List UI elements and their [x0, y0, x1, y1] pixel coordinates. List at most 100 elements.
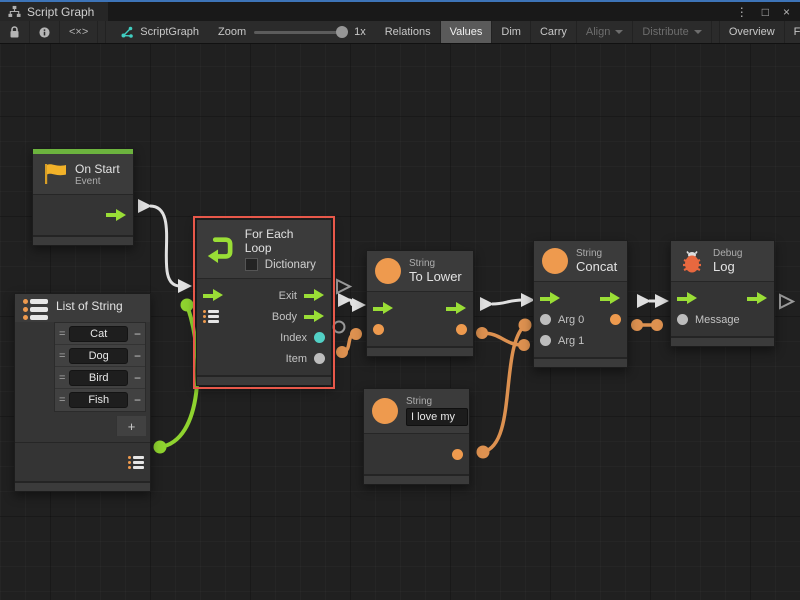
- chevron-down-icon: [694, 30, 702, 34]
- node-footer: [364, 474, 469, 484]
- info-icon: [39, 26, 50, 39]
- add-item-button[interactable]: +: [116, 416, 146, 436]
- info-button[interactable]: [30, 21, 60, 43]
- node-string-to-lower[interactable]: String To Lower: [366, 250, 474, 357]
- dictionary-checkbox[interactable]: [245, 258, 258, 271]
- zoom-value: 1x: [354, 26, 366, 38]
- list-item-value[interactable]: Dog: [69, 348, 128, 364]
- overview-button[interactable]: Overview: [720, 21, 785, 43]
- string-output-port[interactable]: [452, 449, 463, 460]
- on-start-header[interactable]: On Start Event: [33, 154, 133, 194]
- relations-button[interactable]: Relations: [376, 21, 441, 43]
- script-graph-icon: [120, 25, 134, 39]
- node-string-literal[interactable]: String: [363, 388, 470, 485]
- flag-icon: [41, 161, 67, 187]
- message-input-port[interactable]: [677, 314, 688, 325]
- node-title: Log: [713, 259, 742, 274]
- concat-header[interactable]: String Concat: [534, 241, 627, 281]
- string-value-input[interactable]: [406, 408, 468, 426]
- string-literal-header[interactable]: String: [364, 389, 469, 433]
- node-debug-log[interactable]: Debug Log Message: [670, 240, 775, 347]
- remove-item-button[interactable]: −: [134, 371, 141, 385]
- list-item-value[interactable]: Cat: [69, 326, 128, 342]
- node-for-each-loop[interactable]: For Each Loop Dictionary Exit: [196, 219, 332, 386]
- flow-input-port[interactable]: [203, 289, 224, 302]
- list-output-port[interactable]: [128, 456, 144, 469]
- index-output-port[interactable]: [314, 332, 325, 343]
- flow-output-port[interactable]: [747, 292, 768, 305]
- for-each-header[interactable]: For Each Loop Dictionary: [197, 220, 331, 278]
- list-item-value[interactable]: Bird: [69, 370, 128, 386]
- result-output-port[interactable]: [610, 314, 621, 325]
- list-item-row: = Fish −: [55, 389, 145, 411]
- align-button[interactable]: Align: [577, 21, 633, 43]
- wire-tolower-to-concat[interactable]: [480, 293, 535, 311]
- list-item-value[interactable]: Fish: [69, 392, 128, 408]
- zoom-label: Zoom: [218, 26, 246, 38]
- drag-handle-icon[interactable]: =: [59, 350, 65, 362]
- wire-concat-to-log[interactable]: [637, 294, 669, 308]
- to-lower-header[interactable]: String To Lower: [367, 251, 473, 291]
- flow-output-port[interactable]: [600, 292, 621, 305]
- port-label-message: Message: [695, 314, 740, 326]
- dim-button[interactable]: Dim: [492, 21, 531, 43]
- remove-item-button[interactable]: −: [134, 349, 141, 363]
- code-view-button[interactable]: <×>: [60, 21, 98, 43]
- graph-canvas[interactable]: On Start Event List of String: [0, 44, 800, 600]
- tab-bar: Script Graph ⋮ □ ×: [0, 2, 800, 21]
- zoom-slider[interactable]: [254, 31, 346, 34]
- string-input-port[interactable]: [373, 324, 384, 335]
- wire-list-to-foreach[interactable]: [154, 299, 198, 454]
- flow-output-port[interactable]: [446, 302, 467, 315]
- flow-input-port[interactable]: [677, 292, 698, 305]
- string-type-icon: [542, 248, 568, 274]
- window-close-icon[interactable]: ×: [783, 5, 790, 19]
- result-output-port[interactable]: [456, 324, 467, 335]
- collection-input-port[interactable]: [203, 310, 219, 323]
- toolbar-spacer: [98, 21, 106, 43]
- node-on-start[interactable]: On Start Event: [32, 148, 134, 246]
- lock-button[interactable]: [0, 21, 30, 43]
- list-icon: [23, 299, 48, 320]
- exit-output-port[interactable]: [304, 289, 325, 302]
- node-list-of-string[interactable]: List of String = Cat − = Dog − = Bird −: [14, 293, 151, 492]
- flow-input-port[interactable]: [373, 302, 394, 315]
- wire-tolower-to-arg1[interactable]: [476, 327, 530, 351]
- wire-item-to-tolower[interactable]: [336, 328, 362, 358]
- arg1-input-port[interactable]: [540, 335, 551, 346]
- drag-handle-icon[interactable]: =: [59, 328, 65, 340]
- wire-onstart-to-foreach[interactable]: [138, 199, 192, 293]
- body-output-port[interactable]: [304, 310, 325, 323]
- node-category: Event: [75, 176, 120, 187]
- wire-concat-to-message[interactable]: [631, 319, 663, 331]
- wire-literal-to-arg0[interactable]: [477, 319, 532, 459]
- remove-item-button[interactable]: −: [134, 327, 141, 341]
- arg0-input-port[interactable]: [540, 314, 551, 325]
- carry-button[interactable]: Carry: [531, 21, 577, 43]
- zoom-slider-handle[interactable]: [336, 26, 348, 38]
- values-button[interactable]: Values: [441, 21, 493, 43]
- flow-output-port[interactable]: [106, 209, 127, 222]
- list-header[interactable]: List of String: [15, 294, 150, 322]
- debug-log-header[interactable]: Debug Log: [671, 241, 774, 281]
- item-output-port[interactable]: [314, 353, 325, 364]
- drag-handle-icon[interactable]: =: [59, 372, 65, 384]
- window-menu-icon[interactable]: ⋮: [736, 5, 748, 19]
- port-label-exit: Exit: [279, 290, 297, 302]
- wire-body-to-tolower[interactable]: [338, 293, 366, 312]
- list-editor: = Cat − = Dog − = Bird − = Fish −: [54, 322, 146, 412]
- drag-handle-icon[interactable]: =: [59, 394, 65, 406]
- graph-breadcrumb[interactable]: ScriptGraph: [106, 21, 208, 43]
- tab-script-graph[interactable]: Script Graph: [0, 2, 108, 21]
- dictionary-label: Dictionary: [265, 259, 316, 271]
- distribute-button[interactable]: Distribute: [633, 21, 711, 43]
- flow-input-port[interactable]: [540, 292, 561, 305]
- node-string-concat[interactable]: String Concat Arg 0 Arg 1: [533, 240, 628, 368]
- chevron-down-icon: [615, 30, 623, 34]
- full-screen-button[interactable]: Full Screen: [785, 21, 800, 43]
- window-maximize-icon[interactable]: □: [762, 5, 769, 19]
- node-footer: [534, 357, 627, 367]
- node-footer: [367, 346, 473, 356]
- remove-item-button[interactable]: −: [134, 393, 141, 407]
- port-label-body: Body: [272, 311, 297, 323]
